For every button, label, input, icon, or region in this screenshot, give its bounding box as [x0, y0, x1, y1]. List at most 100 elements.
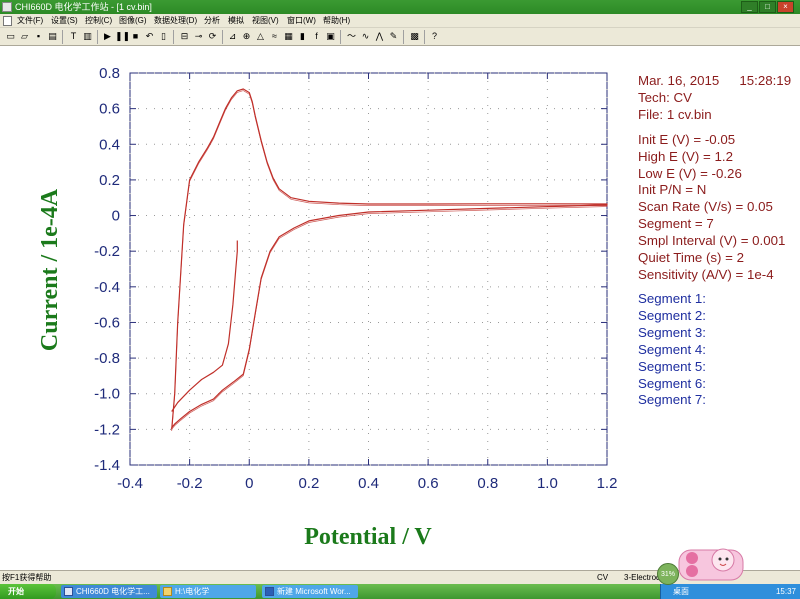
- menu-data-proc[interactable]: 数据处理(D): [154, 14, 197, 28]
- param-sample-interval: Smpl Interval (V) = 0.001: [638, 233, 786, 249]
- save-icon[interactable]: ▪: [32, 30, 45, 43]
- y-tick-label: -0.4: [94, 279, 120, 296]
- param-scan-rate: Scan Rate (V/s) = 0.05: [638, 199, 773, 215]
- toolbar-separator: [97, 30, 98, 44]
- system-tray: 桌面 15:37: [660, 584, 800, 599]
- fp-icon[interactable]: f: [310, 30, 323, 43]
- print-icon[interactable]: ▤: [46, 30, 59, 43]
- start-label: 开始: [8, 587, 24, 596]
- stop-icon[interactable]: ■: [129, 30, 142, 43]
- toolbar-separator: [173, 30, 174, 44]
- y-tick-label: -0.6: [94, 314, 120, 331]
- minimize-button[interactable]: _: [741, 1, 758, 13]
- segment-line: Segment 1:: [638, 291, 707, 306]
- segment-line: Segment 3:: [638, 324, 707, 340]
- param-init-e: Init E (V) = -0.05: [638, 131, 736, 147]
- smooth-icon[interactable]: ≈: [268, 30, 281, 43]
- file-text: File: 1 cv.bin: [638, 106, 712, 122]
- y-axis-title: Current / 1e-4A: [37, 188, 63, 351]
- clock[interactable]: 15:37: [776, 584, 796, 599]
- overlay-icon[interactable]: ▦: [282, 30, 295, 43]
- y-tick-label: -0.8: [94, 350, 120, 367]
- y-tick-label: -1.0: [94, 386, 120, 403]
- x-tick-label: 0: [245, 475, 253, 492]
- param-quiet-time: Quiet Time (s) = 2: [638, 250, 745, 266]
- help-icon[interactable]: ?: [428, 30, 441, 43]
- y-tick-label: -1.2: [94, 421, 120, 438]
- task-label: H:\电化学: [175, 587, 210, 596]
- filter-icon[interactable]: ⊸: [192, 30, 205, 43]
- menu-control[interactable]: 控制(C): [85, 14, 112, 28]
- x-tick-label: 0.6: [418, 475, 439, 492]
- x-tick-label: 1.0: [537, 475, 558, 492]
- y-tick-label: 0: [112, 208, 120, 225]
- x-tick-labels: -0.4 -0.2 0 0.2 0.4 0.6 0.8 1.0 1.2: [117, 475, 617, 492]
- convolution-icon[interactable]: 〜: [345, 30, 358, 43]
- text-icon[interactable]: T: [67, 30, 80, 43]
- folder-icon: [163, 587, 172, 596]
- toolbar-separator: [424, 30, 425, 44]
- peak-icon[interactable]: △: [254, 30, 267, 43]
- menu-setup[interactable]: 设置(S): [51, 14, 78, 28]
- y-tick-label: 0.2: [99, 172, 120, 189]
- menu-analysis[interactable]: 分析: [204, 14, 220, 28]
- experiment-info: Mar. 16, 2015 15:28:19 Tech: CV File: 1 c…: [638, 73, 791, 284]
- task-folder[interactable]: H:\电化学: [160, 585, 256, 598]
- x-tick-label: -0.2: [177, 475, 203, 492]
- menu-view[interactable]: 视图(V): [252, 14, 279, 28]
- input-method-mascot-icon[interactable]: [677, 544, 745, 582]
- technique-icon[interactable]: ▥: [81, 30, 94, 43]
- menu-bar: 文件(F) 设置(S) 控制(C) 图像(G) 数据处理(D) 分析 模拟 视图…: [0, 14, 800, 28]
- word-icon: [265, 587, 274, 596]
- plot-window[interactable]: -0.4 -0.2 0 0.2 0.4 0.6 0.8 1.0 1.2 0.8 0.6 0.4 0.2…: [0, 47, 800, 569]
- menu-sim[interactable]: 模拟: [228, 14, 244, 28]
- param-init-pn: Init P/N = N: [638, 182, 707, 198]
- y-tick-label: -0.2: [94, 243, 120, 260]
- tray-desktop-label[interactable]: 桌面: [673, 584, 689, 599]
- task-chi660d[interactable]: CHI660D 电化学工...: [61, 585, 157, 598]
- rotate-icon[interactable]: ⟳: [206, 30, 219, 43]
- title-bar[interactable]: CHI660D 电化学工作站 - [1 cv.bin] _ □ ×: [0, 0, 800, 14]
- app-icon: [64, 587, 73, 596]
- y-tick-label: -1.4: [94, 457, 120, 474]
- toolbar-separator: [62, 30, 63, 44]
- calibration-icon[interactable]: ⋀: [373, 30, 386, 43]
- color-icon[interactable]: ▮: [296, 30, 309, 43]
- param-sensitivity: Sensitivity (A/V) = 1e-4: [638, 266, 774, 282]
- y-tick-label: 0.6: [99, 101, 120, 118]
- x-tick-label: 0.2: [298, 475, 319, 492]
- maximize-button[interactable]: □: [759, 1, 776, 13]
- param-high-e: High E (V) = 1.2: [638, 148, 733, 164]
- task-label: 新建 Microsoft Wor...: [277, 587, 351, 596]
- run-icon[interactable]: ▶: [101, 30, 114, 43]
- menu-file[interactable]: 文件(F): [17, 14, 43, 28]
- zoom-icon[interactable]: ⊕: [240, 30, 253, 43]
- pause-icon[interactable]: ❚❚: [115, 30, 130, 43]
- x-tick-label: 0.8: [477, 475, 498, 492]
- simulation-icon[interactable]: ∿: [359, 30, 372, 43]
- date-text: Mar. 16, 2015: [638, 73, 720, 88]
- open-folder-icon[interactable]: ▱: [18, 30, 31, 43]
- status-mode: CV: [597, 573, 609, 582]
- derivative-icon[interactable]: ▣: [324, 30, 337, 43]
- menu-window[interactable]: 窗口(W): [287, 14, 316, 28]
- param-low-e: Low E (V) = -0.26: [638, 165, 742, 181]
- new-file-icon[interactable]: ▭: [4, 30, 17, 43]
- tech-text: Tech: CV: [638, 89, 692, 105]
- cpu-usage-badge[interactable]: 31%: [657, 563, 679, 585]
- toolbar-separator: [340, 30, 341, 44]
- y-tick-label: 0.4: [99, 136, 120, 153]
- graph-icon[interactable]: ⊿: [226, 30, 239, 43]
- pen-icon[interactable]: ✎: [387, 30, 400, 43]
- task-word[interactable]: 新建 Microsoft Wor...: [262, 585, 358, 598]
- reverse-icon[interactable]: ↶: [143, 30, 156, 43]
- ir-comp-icon[interactable]: ▯: [157, 30, 170, 43]
- menu-help[interactable]: 帮助(H): [323, 14, 350, 28]
- close-button[interactable]: ×: [777, 1, 794, 13]
- y-tick-label: 0.8: [99, 65, 120, 82]
- menu-graphics[interactable]: 图像(G): [119, 14, 147, 28]
- start-button[interactable]: 开始: [0, 584, 56, 599]
- segment-line: Segment 5:: [638, 358, 707, 374]
- info-icon[interactable]: ▩: [408, 30, 421, 43]
- cell-icon[interactable]: ⊟: [178, 30, 191, 43]
